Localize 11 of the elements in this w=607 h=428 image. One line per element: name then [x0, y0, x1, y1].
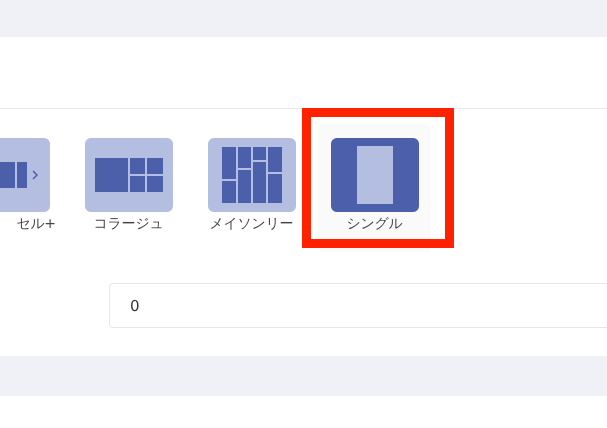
layout-label: コラージュ [94, 215, 164, 233]
layout-option[interactable] [84, 138, 172, 212]
layout-label: メイソンリー [210, 215, 294, 233]
number-input[interactable]: 0 [109, 283, 607, 328]
masonry-icon [222, 147, 282, 203]
layout-option[interactable] [208, 138, 296, 212]
portrait-rectangle-icon [356, 146, 392, 204]
layout-option[interactable] [330, 138, 418, 212]
layout-label: シングル [346, 215, 402, 233]
layout-label: セル+ [16, 215, 56, 233]
collage-icon [94, 158, 162, 192]
